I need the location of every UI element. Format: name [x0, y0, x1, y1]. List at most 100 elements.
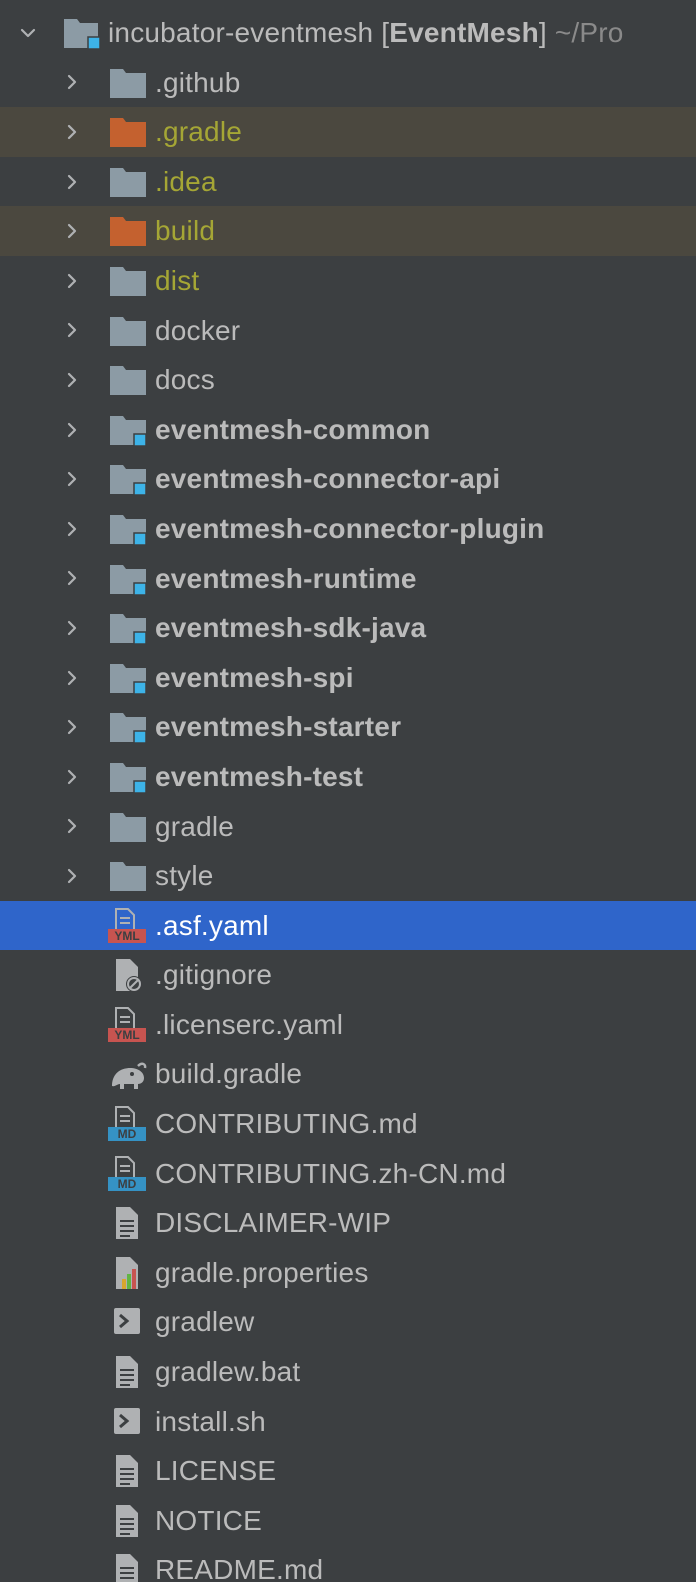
tree-item[interactable]: eventmesh-test: [0, 752, 696, 802]
chevron-right-icon[interactable]: [62, 306, 82, 356]
tree-item[interactable]: README.md: [0, 1545, 696, 1582]
chevron-right-icon[interactable]: [62, 603, 82, 653]
tree-item[interactable]: .gradle: [0, 107, 696, 157]
chevron-right-icon[interactable]: [62, 653, 82, 703]
tree-item[interactable]: eventmesh-connector-api: [0, 454, 696, 504]
tree-item[interactable]: LICENSE: [0, 1446, 696, 1496]
gitignore-file-icon: [108, 957, 148, 993]
tree-item[interactable]: .github: [0, 58, 696, 108]
excluded-folder-icon: [108, 213, 148, 249]
tree-item-label: .licenserc.yaml: [155, 1008, 344, 1040]
chevron-right-icon[interactable]: [62, 58, 82, 108]
tree-item[interactable]: gradlew: [0, 1297, 696, 1347]
tree-item[interactable]: gradlew.bat: [0, 1347, 696, 1397]
chevron-right-icon[interactable]: [62, 107, 82, 157]
tree-item-label: NOTICE: [155, 1504, 262, 1536]
chevron-right-icon[interactable]: [62, 256, 82, 306]
tree-item-label: gradlew: [155, 1306, 255, 1338]
tree-item[interactable]: NOTICE: [0, 1496, 696, 1546]
tree-item[interactable]: docker: [0, 306, 696, 356]
chevron-right-icon[interactable]: [62, 206, 82, 256]
tree-item-label: eventmesh-runtime: [155, 562, 417, 594]
shell-script-icon: [108, 1304, 148, 1340]
tree-item[interactable]: eventmesh-connector-plugin: [0, 504, 696, 554]
tree-item[interactable]: build.gradle: [0, 1049, 696, 1099]
module-folder-icon: [108, 759, 148, 795]
folder-icon: [108, 313, 148, 349]
folder-icon: [108, 362, 148, 398]
tree-item-label: gradlew.bat: [155, 1356, 301, 1388]
tree-item-label: eventmesh-spi: [155, 661, 354, 693]
tree-item[interactable]: .gitignore: [0, 950, 696, 1000]
chevron-right-icon[interactable]: [62, 752, 82, 802]
tree-item-label: .gitignore: [155, 959, 273, 991]
tree-item[interactable]: gradle.properties: [0, 1248, 696, 1298]
module-folder-icon: [108, 511, 148, 547]
tree-item[interactable]: MD CONTRIBUTING.zh-CN.md: [0, 1149, 696, 1199]
tree-item-label: CONTRIBUTING.md: [155, 1108, 418, 1140]
text-file-icon: [108, 1205, 148, 1241]
svg-text:MD: MD: [118, 1127, 137, 1141]
yaml-file-icon: YML: [108, 1006, 148, 1043]
tree-root-row[interactable]: incubator-eventmesh [EventMesh] ~/Pro: [0, 8, 696, 58]
tree-item[interactable]: MD CONTRIBUTING.md: [0, 1099, 696, 1149]
tree-item[interactable]: eventmesh-runtime: [0, 554, 696, 604]
chevron-right-icon[interactable]: [62, 355, 82, 405]
tree-root-label: incubator-eventmesh [EventMesh] ~/Pro: [108, 17, 624, 48]
folder-icon: [108, 263, 148, 299]
tree-item[interactable]: docs: [0, 355, 696, 405]
markdown-file-icon: MD: [108, 1106, 148, 1142]
tree-item-label: .gradle: [155, 116, 243, 148]
module-folder-icon: [108, 461, 148, 497]
tree-item-label: eventmesh-connector-plugin: [155, 512, 545, 544]
tree-item[interactable]: dist: [0, 256, 696, 306]
tree-item[interactable]: install.sh: [0, 1397, 696, 1447]
svg-text:YML: YML: [114, 1028, 139, 1042]
module-folder-icon: [108, 561, 148, 597]
text-file-icon: [108, 1453, 148, 1489]
tree-item-label: eventmesh-connector-api: [155, 463, 501, 495]
tree-item-label: gradle.properties: [155, 1256, 369, 1288]
tree-item[interactable]: style: [0, 851, 696, 901]
svg-text:MD: MD: [118, 1177, 137, 1191]
chevron-right-icon[interactable]: [62, 554, 82, 604]
markdown-file-icon: MD: [108, 1155, 148, 1192]
folder-icon: [108, 858, 148, 894]
tree-item-label: .idea: [155, 165, 217, 197]
tree-item[interactable]: YML .asf.yaml: [0, 900, 696, 951]
folder-icon: [108, 809, 148, 845]
tree-item-label: eventmesh-common: [155, 413, 431, 445]
chevron-right-icon[interactable]: [62, 851, 82, 901]
chevron-right-icon[interactable]: [62, 702, 82, 752]
tree-item-label: CONTRIBUTING.zh-CN.md: [155, 1157, 507, 1189]
folder-icon: [108, 65, 148, 101]
tree-item[interactable]: DISCLAIMER-WIP: [0, 1198, 696, 1248]
chevron-right-icon[interactable]: [62, 802, 82, 852]
tree-item[interactable]: eventmesh-starter: [0, 702, 696, 752]
tree-item-label: eventmesh-test: [155, 760, 364, 792]
tree-item[interactable]: eventmesh-common: [0, 405, 696, 455]
tree-item[interactable]: gradle: [0, 802, 696, 852]
project-tree: incubator-eventmesh [EventMesh] ~/Pro .g…: [0, 8, 696, 1582]
shell-script-icon: [108, 1404, 148, 1440]
module-folder-icon: [108, 610, 148, 646]
tree-item-label: gradle: [155, 810, 235, 842]
tree-item-label: install.sh: [155, 1405, 266, 1437]
chevron-right-icon[interactable]: [62, 405, 82, 455]
module-folder-icon: [108, 660, 148, 696]
tree-item[interactable]: eventmesh-spi: [0, 653, 696, 703]
chevron-right-icon[interactable]: [62, 454, 82, 504]
chevron-down-icon[interactable]: [18, 8, 38, 58]
tree-item[interactable]: eventmesh-sdk-java: [0, 603, 696, 653]
chevron-right-icon[interactable]: [62, 157, 82, 207]
tree-item-label: style: [155, 860, 214, 892]
properties-file-icon: [108, 1255, 148, 1291]
tree-item-label: docker: [155, 314, 241, 346]
tree-item[interactable]: build: [0, 206, 696, 256]
chevron-right-icon[interactable]: [62, 504, 82, 554]
tree-item-label: build: [155, 215, 216, 247]
module-folder-icon: [108, 412, 148, 448]
tree-item[interactable]: .idea: [0, 157, 696, 207]
tree-item[interactable]: YML .licenserc.yaml: [0, 1000, 696, 1050]
text-file-icon: [108, 1552, 148, 1582]
